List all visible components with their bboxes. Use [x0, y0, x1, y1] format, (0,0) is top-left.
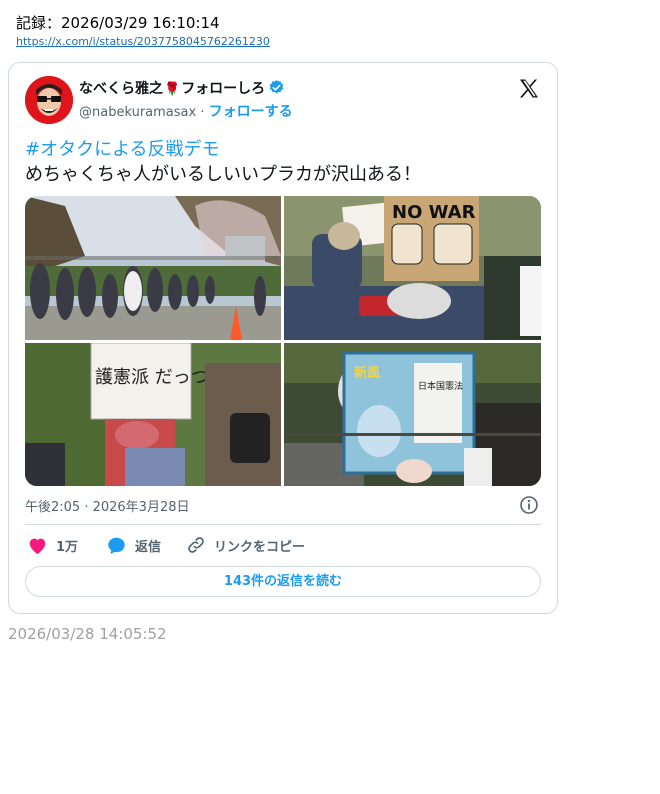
book-title-text: 日本国憲法	[418, 380, 463, 392]
tweet-card: なべくら雅之🌹フォローしろ @nabekuramasax · フォローする #オ…	[8, 62, 558, 614]
avatar-illustration	[25, 76, 73, 124]
reply-button[interactable]: 返信	[106, 535, 161, 555]
author-name-prefix: なべくら雅之	[79, 81, 163, 97]
svg-text:新風: 新風	[354, 365, 380, 381]
x-logo-icon[interactable]	[517, 77, 541, 101]
avatar[interactable]	[25, 76, 73, 124]
no-war-sign-text: NO WAR	[392, 202, 476, 223]
verified-badge-icon	[268, 79, 285, 100]
status-link[interactable]: https://x.com/i/status/20377580457622612…	[16, 35, 270, 48]
handle-separator: ·	[196, 105, 209, 120]
link-icon	[186, 535, 206, 555]
like-count: 1万	[56, 539, 79, 555]
author-handle[interactable]: @nabekuramasax	[79, 105, 196, 120]
tweet-timestamp[interactable]: 午後2:05 · 2026年3月28日	[25, 496, 190, 515]
post-time: 2026/03/28 14:05:52	[8, 625, 167, 643]
rose-icon: 🌹	[164, 82, 181, 97]
book-cover-photo[interactable]: 新風 日本国憲法	[284, 343, 541, 486]
heart-icon	[27, 536, 48, 555]
info-icon[interactable]	[519, 495, 539, 515]
read-replies-button[interactable]: 143件の返信を読む	[25, 566, 541, 597]
author-name-suffix: フォローしろ	[181, 81, 266, 97]
follow-button[interactable]: フォローする	[209, 104, 293, 120]
hashtag-link[interactable]: #オタクによる反戦デモ	[25, 135, 220, 161]
copy-link-button[interactable]: リンクをコピー	[186, 535, 305, 555]
author-name[interactable]: なべくら雅之🌹フォローしろ	[79, 78, 285, 100]
author-handle-line: @nabekuramasax · フォローする	[79, 101, 293, 121]
handwritten-sign-photo[interactable]: 護憲派 だっつーの	[25, 343, 281, 486]
line-of-people-photo[interactable]	[25, 196, 281, 340]
media-grid: NO WAR 護憲派 だっつーの 新風 日本国憲法	[25, 196, 541, 486]
reply-bubble-icon	[106, 536, 127, 555]
record-timestamp: 記録：2026/03/29 16:10:14	[16, 14, 220, 32]
no-war-sign-photo[interactable]: NO WAR	[284, 196, 541, 340]
copy-link-label: リンクをコピー	[214, 539, 306, 555]
tweet-text: めちゃくちゃ人がいるしいいプラカが沢山ある！	[25, 164, 421, 185]
like-button[interactable]: 1万	[27, 535, 78, 555]
divider	[25, 524, 541, 525]
reply-label: 返信	[135, 539, 162, 555]
